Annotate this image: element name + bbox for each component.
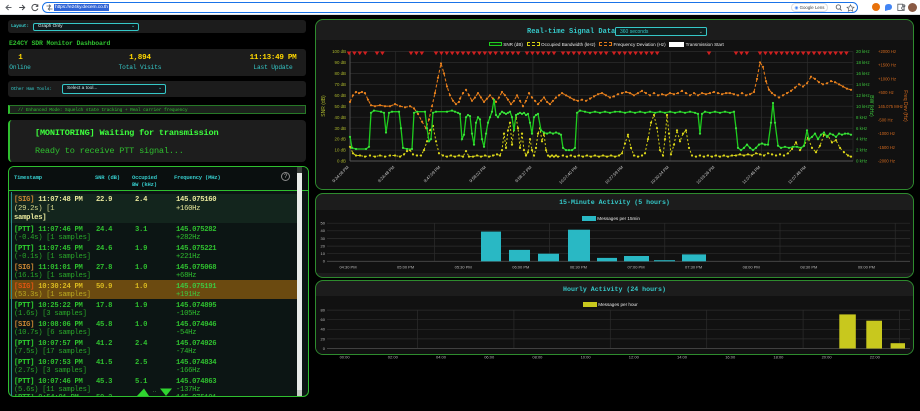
svg-text:+1000 Hz: +1000 Hz: [878, 76, 896, 81]
svg-text:0 dB: 0 dB: [337, 159, 346, 164]
svg-text:9:47:09 PM: 9:47:09 PM: [423, 164, 442, 183]
svg-text:10:27:59 PM: 10:27:59 PM: [604, 164, 625, 185]
svg-text:-500 Hz: -500 Hz: [878, 117, 893, 122]
svg-text:08:00 PM: 08:00 PM: [743, 264, 760, 269]
svg-text:10:30:24 PM: 10:30:24 PM: [649, 164, 670, 185]
svg-text:-2000 Hz: -2000 Hz: [878, 159, 895, 164]
svg-text:-1000 Hz: -1000 Hz: [878, 131, 895, 136]
svg-text:20: 20: [321, 244, 326, 249]
svg-text:50: 50: [321, 221, 326, 226]
svg-text:02:00: 02:00: [388, 354, 399, 359]
svg-text:9:24:48 PM: 9:24:48 PM: [377, 164, 396, 183]
svg-text:04:00: 04:00: [436, 354, 447, 359]
svg-text:14 kHz: 14 kHz: [856, 82, 870, 87]
svg-text:145.075 MHz: 145.075 MHz: [878, 104, 903, 109]
svg-text:20:00: 20:00: [822, 354, 833, 359]
svg-text:10 kHz: 10 kHz: [856, 104, 870, 109]
svg-text:10 dB: 10 dB: [335, 148, 347, 153]
svg-text:10:00: 10:00: [581, 354, 592, 359]
svg-text:06:30 PM: 06:30 PM: [570, 264, 587, 269]
svg-text:80: 80: [321, 308, 326, 313]
svg-text:06:00 PM: 06:00 PM: [512, 264, 529, 269]
svg-text:0: 0: [323, 259, 326, 264]
svg-text:9:58:02 PM: 9:58:02 PM: [468, 164, 487, 183]
svg-text:00:00: 00:00: [340, 354, 351, 359]
svg-text:18:00: 18:00: [773, 354, 784, 359]
svg-text:07:00 PM: 07:00 PM: [627, 264, 644, 269]
svg-text:BW (kHz): BW (kHz): [868, 95, 874, 117]
svg-text:9:58:37 PM: 9:58:37 PM: [514, 164, 533, 183]
svg-text:6 kHz: 6 kHz: [856, 126, 867, 131]
svg-text:-1500 Hz: -1500 Hz: [878, 145, 895, 150]
svg-text:8 kHz: 8 kHz: [856, 115, 867, 120]
svg-text:30: 30: [321, 236, 326, 241]
svg-text:08:00: 08:00: [532, 354, 543, 359]
svg-text:22:00: 22:00: [870, 354, 881, 359]
svg-text:11:07:46 PM: 11:07:46 PM: [741, 164, 761, 184]
svg-text:12:00: 12:00: [629, 354, 640, 359]
svg-text:12 kHz: 12 kHz: [856, 93, 870, 98]
svg-text:+1500 Hz: +1500 Hz: [878, 63, 896, 68]
svg-text:11:07:48 PM: 11:07:48 PM: [787, 164, 807, 184]
svg-text:10:07:40 PM: 10:07:40 PM: [558, 164, 579, 185]
svg-text:20 dB: 20 dB: [335, 137, 347, 142]
svg-text:04:30 PM: 04:30 PM: [339, 264, 356, 269]
svg-text:+500 Hz: +500 Hz: [878, 90, 894, 95]
svg-text:16 kHz: 16 kHz: [856, 71, 870, 76]
svg-text:60 dB: 60 dB: [335, 93, 347, 98]
svg-text:9:24:08 PM: 9:24:08 PM: [331, 164, 350, 183]
svg-text:14:00: 14:00: [677, 354, 688, 359]
svg-text:40: 40: [321, 228, 326, 233]
svg-text:70 dB: 70 dB: [335, 82, 347, 87]
svg-text:0 kHz: 0 kHz: [856, 159, 867, 164]
svg-text:20: 20: [321, 336, 326, 341]
svg-text:10: 10: [321, 251, 326, 256]
svg-text:16:00: 16:00: [725, 354, 736, 359]
svg-text:20 kHz: 20 kHz: [856, 49, 870, 54]
svg-text:4 kHz: 4 kHz: [856, 137, 867, 142]
svg-text:05:30 PM: 05:30 PM: [455, 264, 472, 269]
svg-text:06:00: 06:00: [484, 354, 495, 359]
svg-text:+2000 Hz: +2000 Hz: [878, 49, 896, 54]
svg-text:0: 0: [323, 346, 326, 351]
svg-text:60: 60: [321, 317, 326, 322]
svg-text:90 dB: 90 dB: [335, 60, 347, 65]
svg-text:50 dB: 50 dB: [335, 104, 347, 109]
svg-text:07:30 PM: 07:30 PM: [685, 264, 702, 269]
svg-text:40: 40: [321, 327, 326, 332]
svg-text:80 dB: 80 dB: [335, 71, 347, 76]
svg-text:09:00 PM: 09:00 PM: [858, 264, 875, 269]
svg-text:05:00 PM: 05:00 PM: [397, 264, 414, 269]
svg-text:18 kHz: 18 kHz: [856, 60, 870, 65]
svg-text:100 dB: 100 dB: [332, 49, 346, 54]
svg-text:30 dB: 30 dB: [335, 126, 347, 131]
svg-text:SNR (dB): SNR (dB): [321, 95, 327, 117]
svg-text:Freq Dev (Hz): Freq Dev (Hz): [902, 90, 908, 122]
svg-text:40 dB: 40 dB: [335, 115, 347, 120]
svg-text:10:53:26 PM: 10:53:26 PM: [695, 164, 716, 185]
svg-text:2 kHz: 2 kHz: [856, 148, 867, 153]
svg-text:08:30 PM: 08:30 PM: [800, 264, 817, 269]
